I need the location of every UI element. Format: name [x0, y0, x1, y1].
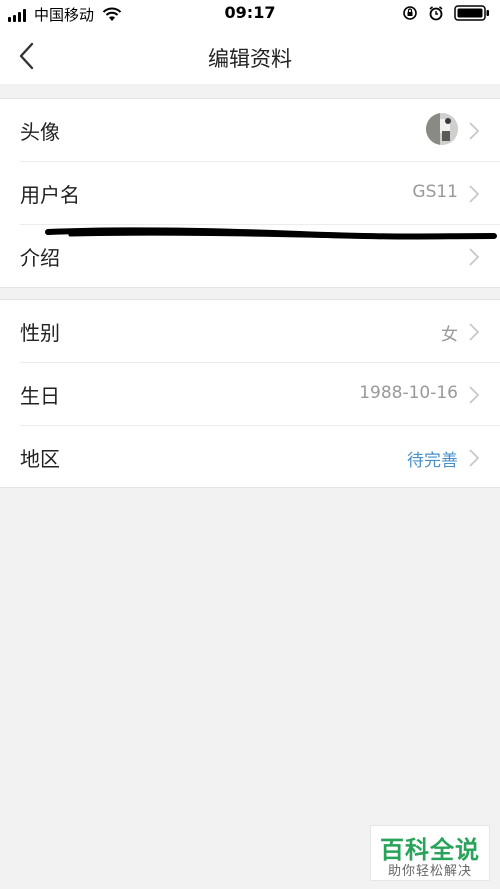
username-value: GS11	[412, 182, 458, 202]
region-label: 地区	[20, 447, 60, 471]
birthday-label: 生日	[20, 384, 60, 408]
status-bar: 中国移动 09:17	[0, 0, 500, 28]
chevron-right-icon	[469, 449, 480, 467]
intro-row[interactable]: 介绍	[0, 225, 500, 287]
intro-label: 介绍	[20, 246, 60, 270]
gender-label: 性别	[20, 321, 60, 345]
alarm-icon	[429, 6, 443, 21]
chevron-right-icon	[469, 248, 480, 266]
chevron-right-icon	[469, 122, 480, 140]
username-row[interactable]: 用户名 GS11	[0, 162, 500, 224]
chevron-right-icon	[469, 185, 480, 203]
avatar-image	[426, 113, 458, 145]
watermark-subtitle: 助你轻松解决	[387, 864, 472, 879]
info-group: 性别 女 生日 1988-10-16 地区 待完善	[0, 299, 500, 488]
region-value: 待完善	[407, 451, 458, 471]
chevron-right-icon	[469, 386, 480, 404]
gender-row[interactable]: 性别 女	[0, 300, 500, 362]
chevron-right-icon	[469, 323, 480, 341]
profile-group: 头像 用户名 GS11 介绍	[0, 98, 500, 288]
battery-icon	[454, 5, 489, 21]
rotation-lock-icon	[403, 6, 417, 20]
birthday-row[interactable]: 生日 1988-10-16	[0, 363, 500, 425]
birthday-value: 1988-10-16	[359, 383, 458, 403]
region-row[interactable]: 地区 待完善	[0, 426, 500, 488]
gender-value: 女	[441, 325, 458, 345]
avatar[interactable]	[426, 113, 458, 145]
status-right	[392, 5, 490, 21]
avatar-row[interactable]: 头像	[0, 99, 500, 161]
page-title: 编辑资料	[208, 47, 292, 71]
watermark-logo: 百科全说 助你轻松解决	[370, 825, 490, 881]
avatar-label: 头像	[20, 120, 60, 144]
username-label: 用户名	[20, 183, 80, 207]
nav-bar: 编辑资料	[0, 28, 500, 84]
